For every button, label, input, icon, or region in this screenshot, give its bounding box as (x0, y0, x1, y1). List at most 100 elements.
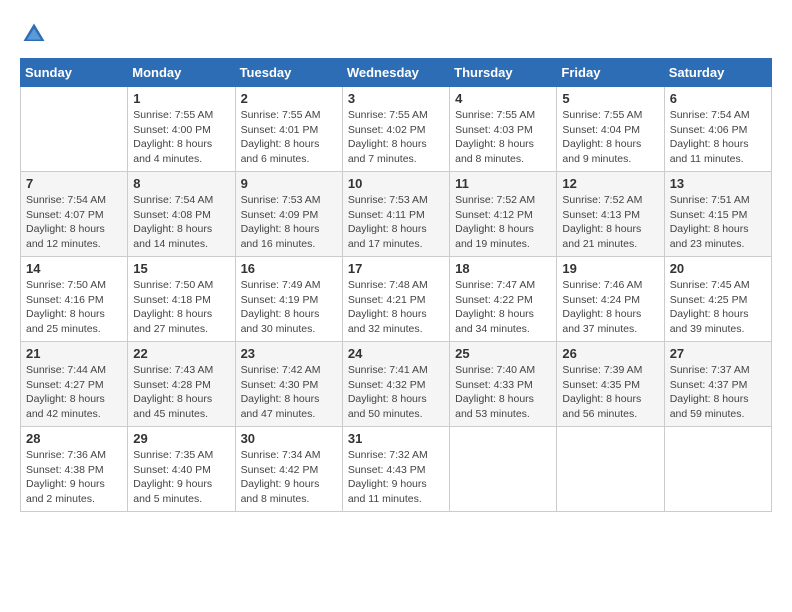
day-number: 21 (26, 346, 122, 361)
day-info: Sunrise: 7:41 AM Sunset: 4:32 PM Dayligh… (348, 363, 444, 422)
week-row-5: 28 Sunrise: 7:36 AM Sunset: 4:38 PM Dayli… (21, 427, 772, 512)
header (20, 20, 772, 48)
calendar-cell: 2 Sunrise: 7:55 AM Sunset: 4:01 PM Daylig… (235, 87, 342, 172)
logo (20, 20, 52, 48)
day-number: 19 (562, 261, 658, 276)
day-number: 23 (241, 346, 337, 361)
calendar-cell: 11 Sunrise: 7:52 AM Sunset: 4:12 PM Dayli… (450, 172, 557, 257)
calendar-cell: 29Sunrise: 7:35 AM Sunset: 4:40 PM Dayli… (128, 427, 235, 512)
day-number: 4 (455, 91, 551, 106)
calendar-cell: 19 Sunrise: 7:46 AM Sunset: 4:24 PM Dayli… (557, 257, 664, 342)
calendar-cell: 13 Sunrise: 7:51 AM Sunset: 4:15 PM Dayli… (664, 172, 771, 257)
day-number: 25 (455, 346, 551, 361)
day-info: Sunrise: 7:45 AM Sunset: 4:25 PM Dayligh… (670, 278, 766, 337)
calendar-cell: 22 Sunrise: 7:43 AM Sunset: 4:28 PM Dayli… (128, 342, 235, 427)
calendar-cell: 27 Sunrise: 7:37 AM Sunset: 4:37 PM Dayli… (664, 342, 771, 427)
day-number: 29 (133, 431, 229, 446)
calendar-cell: 3Sunrise: 7:55 AM Sunset: 4:02 PM Daylig… (342, 87, 449, 172)
day-number: 20 (670, 261, 766, 276)
day-number: 16 (241, 261, 337, 276)
week-row-1: 1 Sunrise: 7:55 AM Sunset: 4:00 PM Daylig… (21, 87, 772, 172)
day-info: Sunrise: 7:51 AM Sunset: 4:15 PM Dayligh… (670, 193, 766, 252)
day-info: Sunrise: 7:55 AM Sunset: 4:04 PM Dayligh… (562, 108, 658, 167)
day-info: Sunrise: 7:54 AM Sunset: 4:07 PM Dayligh… (26, 193, 122, 252)
calendar-table: SundayMondayTuesdayWednesdayThursdayFrid… (20, 58, 772, 512)
calendar-cell: 24 Sunrise: 7:41 AM Sunset: 4:32 PM Dayli… (342, 342, 449, 427)
day-info: Sunrise: 7:55 AM Sunset: 4:00 PM Dayligh… (133, 108, 229, 167)
calendar-header-row: SundayMondayTuesdayWednesdayThursdayFrid… (21, 59, 772, 87)
col-header-thursday: Thursday (450, 59, 557, 87)
day-number: 10 (348, 176, 444, 191)
day-info: Sunrise: 7:52 AM Sunset: 4:12 PM Dayligh… (455, 193, 551, 252)
calendar-cell: 10 Sunrise: 7:53 AM Sunset: 4:11 PM Dayli… (342, 172, 449, 257)
day-info: Sunrise: 7:48 AM Sunset: 4:21 PM Dayligh… (348, 278, 444, 337)
day-number: 13 (670, 176, 766, 191)
day-number: 31 (348, 431, 444, 446)
day-number: 28 (26, 431, 122, 446)
logo-icon (20, 20, 48, 48)
calendar-cell: 5 Sunrise: 7:55 AM Sunset: 4:04 PM Daylig… (557, 87, 664, 172)
day-number: 2 (241, 91, 337, 106)
day-info: Sunrise: 7:55 AM Sunset: 4:02 PM Dayligh… (348, 108, 444, 167)
calendar-cell: 4 Sunrise: 7:55 AM Sunset: 4:03 PM Daylig… (450, 87, 557, 172)
col-header-tuesday: Tuesday (235, 59, 342, 87)
day-info: Sunrise: 7:47 AM Sunset: 4:22 PM Dayligh… (455, 278, 551, 337)
day-number: 15 (133, 261, 229, 276)
day-number: 7 (26, 176, 122, 191)
calendar-cell: 8 Sunrise: 7:54 AM Sunset: 4:08 PM Daylig… (128, 172, 235, 257)
day-info: Sunrise: 7:53 AM Sunset: 4:09 PM Dayligh… (241, 193, 337, 252)
day-number: 11 (455, 176, 551, 191)
day-number: 17 (348, 261, 444, 276)
day-info: Sunrise: 7:50 AM Sunset: 4:16 PM Dayligh… (26, 278, 122, 337)
day-number: 26 (562, 346, 658, 361)
day-info: Sunrise: 7:53 AM Sunset: 4:11 PM Dayligh… (348, 193, 444, 252)
calendar-cell: 18 Sunrise: 7:47 AM Sunset: 4:22 PM Dayli… (450, 257, 557, 342)
calendar-cell: 28 Sunrise: 7:36 AM Sunset: 4:38 PM Dayli… (21, 427, 128, 512)
day-number: 14 (26, 261, 122, 276)
col-header-sunday: Sunday (21, 59, 128, 87)
calendar-cell: 26Sunrise: 7:39 AM Sunset: 4:35 PM Dayli… (557, 342, 664, 427)
day-info: Sunrise: 7:54 AM Sunset: 4:08 PM Dayligh… (133, 193, 229, 252)
day-number: 5 (562, 91, 658, 106)
day-info: Sunrise: 7:34 AM Sunset: 4:42 PM Dayligh… (241, 448, 337, 507)
day-info: Sunrise: 7:55 AM Sunset: 4:03 PM Dayligh… (455, 108, 551, 167)
calendar-cell: 12 Sunrise: 7:52 AM Sunset: 4:13 PM Dayli… (557, 172, 664, 257)
day-info: Sunrise: 7:36 AM Sunset: 4:38 PM Dayligh… (26, 448, 122, 507)
calendar-cell: 17 Sunrise: 7:48 AM Sunset: 4:21 PM Dayli… (342, 257, 449, 342)
day-info: Sunrise: 7:46 AM Sunset: 4:24 PM Dayligh… (562, 278, 658, 337)
day-number: 22 (133, 346, 229, 361)
calendar-cell (450, 427, 557, 512)
calendar-cell: 9 Sunrise: 7:53 AM Sunset: 4:09 PM Daylig… (235, 172, 342, 257)
calendar-cell (21, 87, 128, 172)
calendar-cell: 20 Sunrise: 7:45 AM Sunset: 4:25 PM Dayli… (664, 257, 771, 342)
col-header-wednesday: Wednesday (342, 59, 449, 87)
calendar-cell: 21 Sunrise: 7:44 AM Sunset: 4:27 PM Dayli… (21, 342, 128, 427)
day-number: 18 (455, 261, 551, 276)
day-info: Sunrise: 7:44 AM Sunset: 4:27 PM Dayligh… (26, 363, 122, 422)
calendar-cell (664, 427, 771, 512)
day-info: Sunrise: 7:49 AM Sunset: 4:19 PM Dayligh… (241, 278, 337, 337)
day-info: Sunrise: 7:37 AM Sunset: 4:37 PM Dayligh… (670, 363, 766, 422)
calendar-cell: 14 Sunrise: 7:50 AM Sunset: 4:16 PM Dayli… (21, 257, 128, 342)
week-row-2: 7 Sunrise: 7:54 AM Sunset: 4:07 PM Daylig… (21, 172, 772, 257)
day-number: 12 (562, 176, 658, 191)
day-number: 8 (133, 176, 229, 191)
day-number: 27 (670, 346, 766, 361)
calendar-cell: 31Sunrise: 7:32 AM Sunset: 4:43 PM Dayli… (342, 427, 449, 512)
day-info: Sunrise: 7:54 AM Sunset: 4:06 PM Dayligh… (670, 108, 766, 167)
calendar-cell: 25 Sunrise: 7:40 AM Sunset: 4:33 PM Dayli… (450, 342, 557, 427)
day-number: 1 (133, 91, 229, 106)
day-info: Sunrise: 7:40 AM Sunset: 4:33 PM Dayligh… (455, 363, 551, 422)
week-row-4: 21 Sunrise: 7:44 AM Sunset: 4:27 PM Dayli… (21, 342, 772, 427)
calendar-cell: 23Sunrise: 7:42 AM Sunset: 4:30 PM Dayli… (235, 342, 342, 427)
col-header-monday: Monday (128, 59, 235, 87)
day-number: 24 (348, 346, 444, 361)
calendar-cell: 16 Sunrise: 7:49 AM Sunset: 4:19 PM Dayli… (235, 257, 342, 342)
col-header-friday: Friday (557, 59, 664, 87)
day-info: Sunrise: 7:43 AM Sunset: 4:28 PM Dayligh… (133, 363, 229, 422)
day-info: Sunrise: 7:52 AM Sunset: 4:13 PM Dayligh… (562, 193, 658, 252)
calendar-cell (557, 427, 664, 512)
day-info: Sunrise: 7:55 AM Sunset: 4:01 PM Dayligh… (241, 108, 337, 167)
calendar-cell: 7 Sunrise: 7:54 AM Sunset: 4:07 PM Daylig… (21, 172, 128, 257)
day-number: 9 (241, 176, 337, 191)
